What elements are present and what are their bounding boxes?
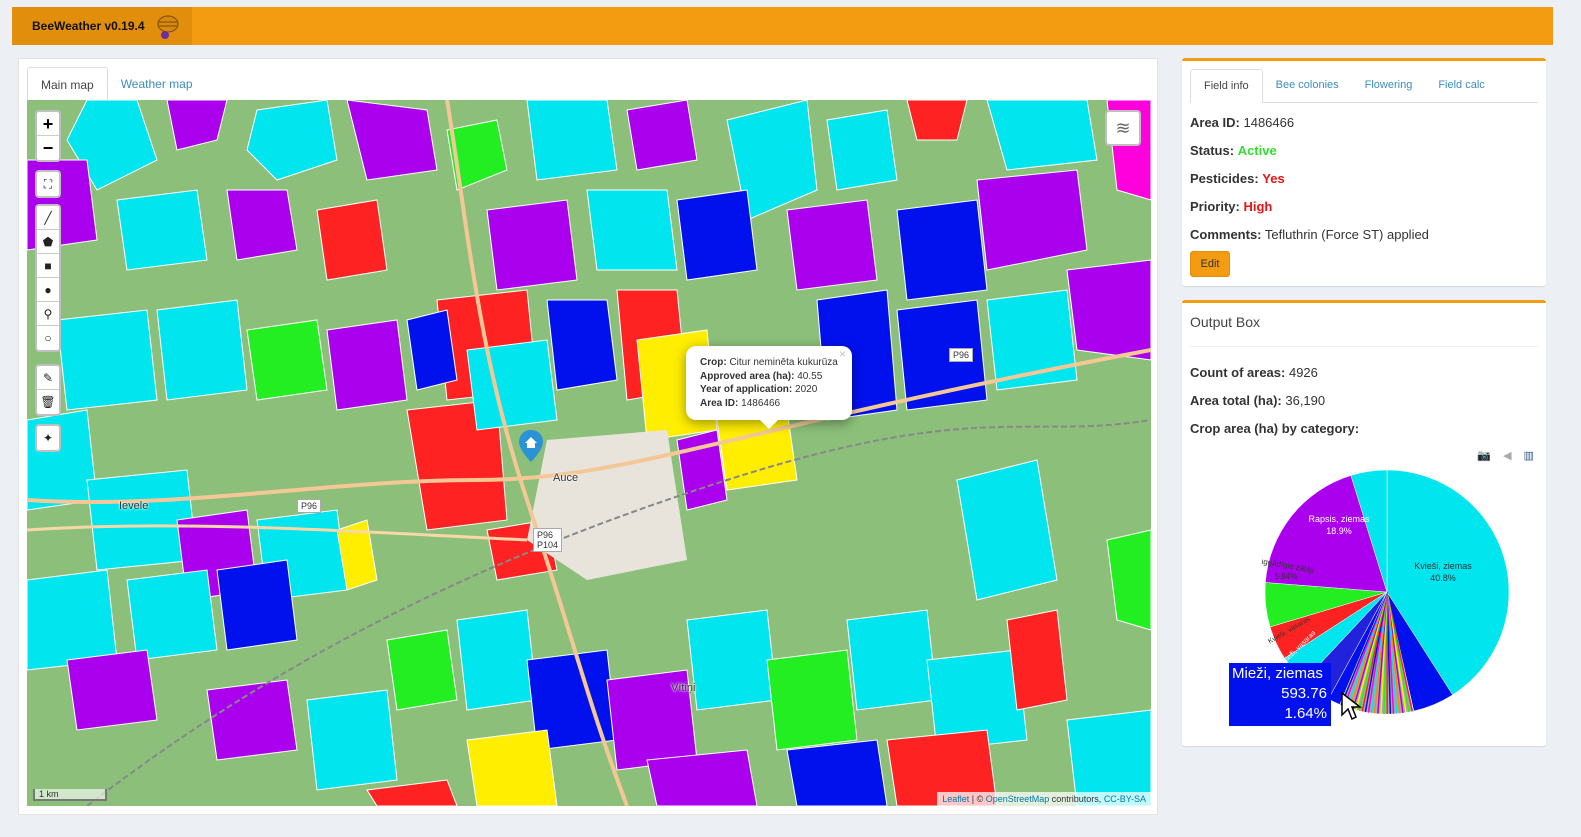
draw-rectangle-icon[interactable]: ■	[37, 254, 59, 278]
popup-year-value: 2020	[795, 384, 818, 395]
popup-area-value: 40.55	[797, 370, 823, 382]
priority-value: High	[1243, 199, 1273, 214]
draw-circlemarker-icon[interactable]: ○	[37, 326, 59, 350]
layers-control-icon[interactable]: ≋	[1105, 110, 1141, 146]
field-popup: × Crop: Citur neminēta kukurūza Approved…	[686, 346, 852, 420]
field-info-box: Field info Bee colonies Flowering Field …	[1182, 58, 1546, 286]
app-brand[interactable]: BeeWeather v0.19.4	[12, 7, 192, 45]
tab-flowering[interactable]: Flowering	[1352, 69, 1426, 102]
pie-tooltip: Mieži, ziemas 593.76 1.64%	[1229, 663, 1331, 726]
draw-polyline-icon[interactable]: ╱	[37, 206, 59, 230]
popup-close-icon[interactable]: ×	[839, 347, 846, 362]
count-row: Count of areas: 4926	[1190, 365, 1318, 380]
tag-icon[interactable]: ◀	[1503, 449, 1511, 462]
draw-circle-icon[interactable]: ●	[37, 278, 59, 302]
comments-row: Comments: Tefluthrin (Force ST) applied	[1190, 227, 1429, 242]
fullscreen-icon[interactable]: ⛶	[37, 172, 59, 196]
tooltip-value: 593.76	[1281, 685, 1327, 702]
label-rapsis: Rapsis, ziemas	[1308, 514, 1370, 524]
comments-value: Tefluthrin (Force ST) applied	[1264, 227, 1429, 242]
area-id-row: Area ID: 1486466	[1190, 115, 1295, 130]
draw-toolbar: ╱ ⬟ ■ ● ⚲ ○	[35, 204, 61, 352]
tooltip-percent: 1.64%	[1284, 705, 1327, 722]
leaflet-map[interactable]: Auce Vītiņi Ievele P96 P96 P96 P104 + − …	[27, 100, 1151, 806]
zoom-in-button[interactable]: +	[37, 112, 59, 136]
magic-tool: ✦	[35, 424, 61, 452]
app-title: BeeWeather v0.19.4	[32, 19, 145, 33]
edit-layers-icon[interactable]: ✎	[37, 366, 59, 390]
count-value: 4926	[1288, 365, 1318, 380]
road-shield-p96: P96	[297, 499, 322, 513]
status-row: Status: Active	[1190, 143, 1277, 158]
tab-field-calc[interactable]: Field calc	[1425, 69, 1497, 102]
pesticides-row: Pesticides: Yes	[1190, 171, 1285, 186]
fullscreen-control: ⛶	[35, 170, 61, 198]
popup-year-label: Year of application:	[700, 384, 793, 395]
popup-id-label: Area ID:	[700, 397, 739, 409]
priority-row: Priority: High	[1190, 199, 1273, 214]
map-scale: 1 km	[33, 789, 107, 801]
edit-toolbar: ✎ 🗑	[35, 364, 61, 416]
popup-crop-label: Crop:	[700, 357, 727, 368]
draw-marker-icon[interactable]: ⚲	[37, 302, 59, 326]
road-shield-p96-p104: P96 P104	[533, 528, 563, 552]
home-marker-icon[interactable]	[519, 430, 543, 462]
mouse-cursor-icon	[1341, 691, 1362, 721]
popup-id-value: 1486466	[741, 397, 781, 409]
place-label-ievele: Ievele	[119, 500, 149, 512]
tab-weather-map[interactable]: Weather map	[108, 67, 206, 101]
draw-polygon-icon[interactable]: ⬟	[37, 230, 59, 254]
zoom-out-button[interactable]: −	[37, 136, 59, 160]
status-value: Active	[1237, 143, 1277, 158]
zoom-control: + −	[35, 110, 61, 162]
bar-chart-icon[interactable]: ▥	[1524, 449, 1534, 462]
place-label-vitini: Vītiņi	[671, 682, 696, 694]
output-box: Output Box Count of areas: 4926 Area tot…	[1182, 300, 1546, 746]
delete-layers-icon[interactable]: 🗑	[37, 390, 59, 414]
camera-icon[interactable]: 📷	[1477, 449, 1491, 462]
output-box-title: Output Box	[1190, 314, 1261, 330]
crop-area-heading: Crop area (ha) by category:	[1190, 421, 1360, 436]
road-shield-p96-east: P96	[949, 348, 974, 362]
leaflet-link[interactable]: Leaflet	[942, 794, 969, 804]
map-panel: Main map Weather map Auce Vītiņi Ievele …	[18, 58, 1158, 815]
pesticides-value: Yes	[1262, 171, 1285, 186]
osm-link[interactable]: OpenStreetMap	[986, 794, 1050, 804]
total-value: 36,190	[1285, 393, 1326, 408]
top-bar: BeeWeather v0.19.4	[12, 7, 1553, 45]
main-tabs: Main map Weather map	[27, 67, 206, 101]
popup-tip	[759, 419, 779, 429]
label-rapsis-pct: 18.9%	[1326, 526, 1352, 536]
tab-field-info[interactable]: Field info	[1190, 69, 1263, 103]
area-id-value: 1486466	[1243, 115, 1295, 130]
bee-hive-logo-icon	[157, 15, 179, 39]
popup-area-label: Approved area (ha):	[700, 370, 795, 382]
edit-button[interactable]: Edit	[1190, 251, 1230, 277]
map-attribution: Leaflet | © OpenStreetMap contributors, …	[937, 792, 1151, 806]
place-label-auce: Auce	[553, 472, 579, 484]
license-link[interactable]: CC-BY-SA	[1104, 794, 1146, 804]
label-aggadigie-pct: 5.84%	[1275, 572, 1298, 581]
label-kviesi-ziemas-pct: 40.8%	[1430, 573, 1456, 583]
popup-crop-value: Citur neminēta kukurūza	[729, 357, 838, 368]
field-tabs: Field info Bee colonies Flowering Field …	[1190, 69, 1538, 103]
magic-wand-icon[interactable]: ✦	[37, 426, 59, 450]
tab-bee-colonies[interactable]: Bee colonies	[1263, 69, 1352, 102]
map-fields-layer	[27, 100, 1151, 806]
divider	[1190, 346, 1538, 347]
label-kviesi-ziemas: Kvieši, ziemas	[1414, 561, 1472, 571]
chart-toolbar: 📷 ◀ ▥	[1477, 449, 1534, 462]
tab-main-map[interactable]: Main map	[27, 67, 108, 101]
total-row: Area total (ha): 36,190	[1190, 393, 1326, 408]
tooltip-name: Mieži, ziemas	[1232, 665, 1323, 682]
